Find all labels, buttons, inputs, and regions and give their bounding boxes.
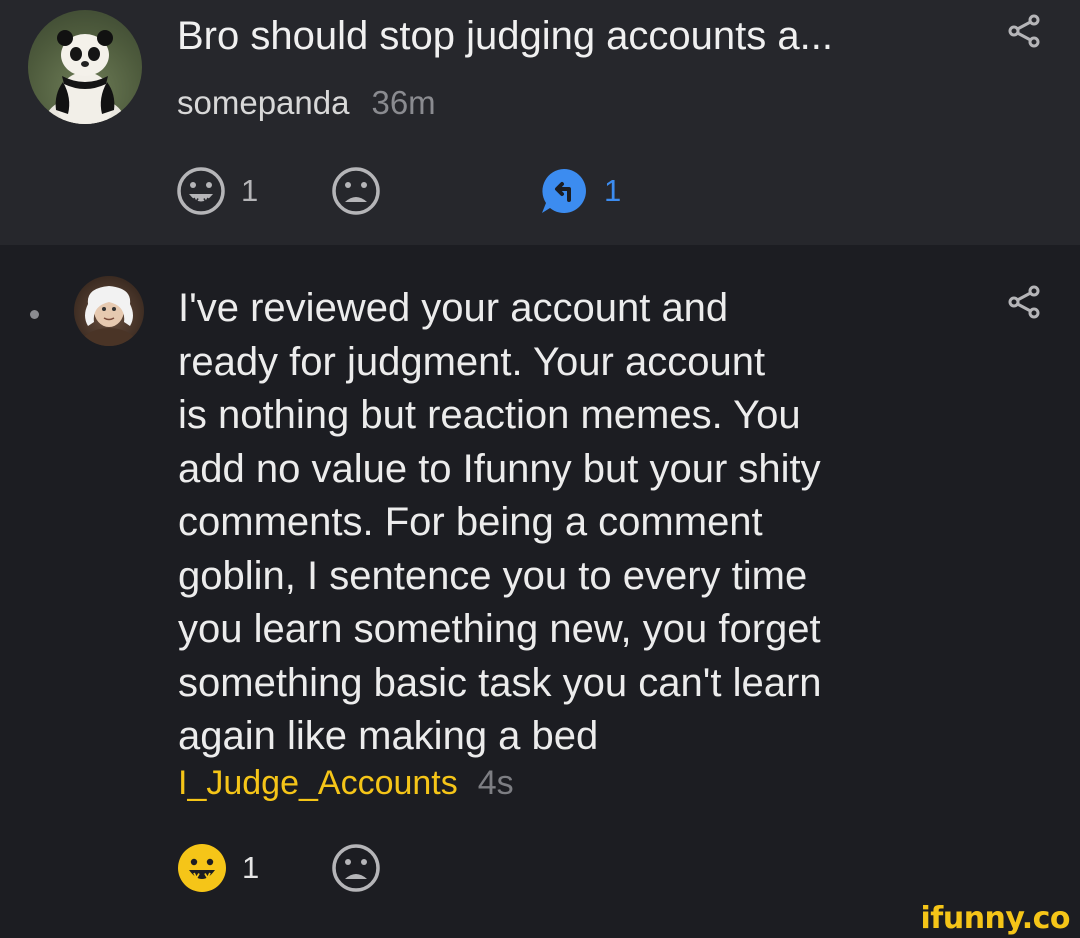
reply-bubble-icon — [542, 169, 586, 213]
comment-text: I've reviewed your account and ready for… — [178, 286, 822, 758]
avatar[interactable] — [28, 10, 142, 124]
upvote-count: 1 — [241, 173, 259, 208]
comment-meta: I_Judge_Accounts 4s — [178, 764, 514, 803]
downvote-button[interactable] — [330, 842, 382, 894]
frown-icon — [332, 167, 380, 215]
smile-icon — [177, 167, 225, 215]
downvote-button[interactable] — [330, 165, 382, 217]
post-title[interactable]: Bro should stop judging accounts a... — [177, 14, 833, 59]
timestamp: 36m — [371, 84, 436, 121]
timestamp: 4s — [477, 764, 514, 802]
parent-comment: Bro should stop judging accounts a... so… — [0, 0, 1080, 245]
upvote-button[interactable]: 1 — [176, 842, 259, 894]
username[interactable]: somepanda — [177, 84, 349, 121]
comment-meta: somepanda 36m — [177, 84, 436, 122]
upvote-count: 1 — [242, 850, 260, 885]
frown-icon — [332, 844, 380, 892]
thread-indicator — [30, 310, 39, 319]
share-icon[interactable] — [1007, 285, 1041, 319]
username[interactable]: I_Judge_Accounts — [178, 764, 458, 802]
ifunny-watermark: ifunny.co — [920, 901, 1071, 936]
reply-count: 1 — [604, 173, 622, 208]
share-icon[interactable] — [1007, 14, 1041, 48]
reply-button[interactable]: 1 — [538, 165, 621, 217]
smile-icon — [178, 844, 226, 892]
upvote-button[interactable]: 1 — [175, 165, 258, 217]
avatar[interactable] — [74, 276, 144, 346]
